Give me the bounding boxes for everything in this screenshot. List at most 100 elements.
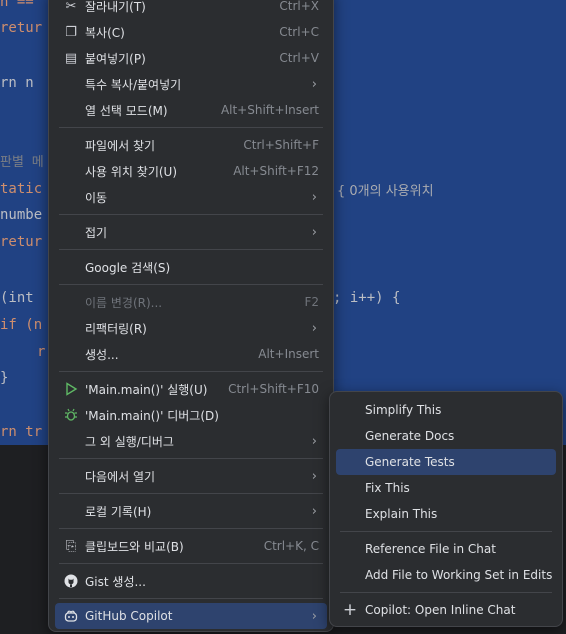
label: 'Main.main()' 디버그(D) <box>85 408 219 423</box>
menu-item-copy[interactable]: ❐ 복사(C) Ctrl+C <box>55 19 327 45</box>
label: 클립보드와 비교(B) <box>85 539 184 554</box>
separator <box>336 527 556 536</box>
label: 접기 <box>85 225 108 240</box>
shortcut: F2 <box>304 295 319 309</box>
label: 사용 위치 찾기(U) <box>85 164 178 179</box>
label: 생성... <box>85 347 119 362</box>
shortcut: Alt+Insert <box>258 347 319 361</box>
label: Add File to Working Set in Edits <box>365 568 553 582</box>
shortcut: Ctrl+Shift+F <box>243 138 319 152</box>
label: Copilot: Open Inline Chat <box>365 603 516 617</box>
label: Generate Tests <box>365 455 455 469</box>
label: Google 검색(S) <box>85 260 171 275</box>
menu-item-find-usages[interactable]: 사용 위치 찾기(U) Alt+Shift+F12 <box>55 158 327 184</box>
code-line: retur <box>0 20 43 36</box>
label: 복사(C) <box>85 25 125 40</box>
menu-item-more-run-debug[interactable]: 그 외 실행/디버그 › <box>55 428 327 454</box>
label: 다음에서 열기 <box>85 469 156 484</box>
chevron-right-icon: › <box>311 608 317 624</box>
label: 리팩터링(R) <box>85 321 147 336</box>
copy-icon: ❐ <box>65 24 77 40</box>
menu-item-cut[interactable]: ✂ 잘라내기(T) Ctrl+X <box>55 0 327 19</box>
code-line: retur <box>0 234 43 250</box>
submenu-item-explain[interactable]: Explain This <box>336 501 556 527</box>
copilot-submenu: Simplify This Generate Docs Generate Tes… <box>329 391 563 627</box>
submenu-item-add-file-working-set[interactable]: Add File to Working Set in Edits <box>336 562 556 588</box>
debug-icon <box>63 407 79 423</box>
menu-item-rename: 이름 변경(R)... F2 <box>55 289 327 315</box>
menu-item-local-history[interactable]: 로컬 기록(H) › <box>55 498 327 524</box>
submenu-item-reference-file[interactable]: Reference File in Chat <box>336 536 556 562</box>
usage-inlay-hint[interactable]: { 0개의 사용위치 <box>337 180 434 199</box>
shortcut: Alt+Shift+Insert <box>220 103 319 117</box>
shortcut: Alt+Shift+F12 <box>233 164 319 178</box>
separator <box>55 489 327 498</box>
menu-item-debug[interactable]: 'Main.main()' 디버그(D) <box>55 402 327 428</box>
submenu-item-generate-tests[interactable]: Generate Tests <box>336 449 556 475</box>
separator <box>55 559 327 568</box>
menu-item-paste[interactable]: ▤ 붙여넣기(P) Ctrl+V <box>55 45 327 71</box>
submenu-item-fix[interactable]: Fix This <box>336 475 556 501</box>
label: 'Main.main()' 실행(U) <box>85 382 208 397</box>
code-line: n == <box>0 0 34 10</box>
menu-item-column-mode[interactable]: 열 선택 모드(M) Alt+Shift+Insert <box>55 97 327 123</box>
separator <box>55 454 327 463</box>
label: Fix This <box>365 481 410 495</box>
chevron-right-icon: › <box>311 468 317 484</box>
submenu-item-simplify[interactable]: Simplify This <box>336 397 556 423</box>
shortcut: Ctrl+K, C <box>263 539 319 553</box>
label: Gist 생성... <box>85 574 146 589</box>
chevron-right-icon: › <box>311 189 317 205</box>
label: 열 선택 모드(M) <box>85 103 168 118</box>
code-line: 판별 메 <box>0 155 44 170</box>
code-line: tatic <box>0 181 43 197</box>
label: 이름 변경(R)... <box>85 295 163 310</box>
submenu-item-open-inline-chat[interactable]: + Copilot: Open Inline Chat <box>336 597 556 623</box>
label: 잘라내기(T) <box>85 0 146 14</box>
scissors-icon: ✂ <box>65 0 77 14</box>
label: 붙여넣기(P) <box>85 51 146 66</box>
menu-item-run[interactable]: 'Main.main()' 실행(U) Ctrl+Shift+F10 <box>55 376 327 402</box>
menu-item-open-in[interactable]: 다음에서 열기 › <box>55 463 327 489</box>
label: 특수 복사/붙여넣기 <box>85 77 182 92</box>
code-line: rn n <box>0 75 34 91</box>
menu-item-github-copilot[interactable]: GitHub Copilot › <box>55 603 327 629</box>
label: Reference File in Chat <box>365 542 496 556</box>
code-line: r <box>37 344 46 360</box>
label: 그 외 실행/디버그 <box>85 434 174 449</box>
code-line: rn tr <box>0 424 43 440</box>
menu-item-folding[interactable]: 접기 › <box>55 219 327 245</box>
shortcut: Ctrl+Shift+F10 <box>228 382 319 396</box>
separator <box>55 524 327 533</box>
menu-item-create-gist[interactable]: Gist 생성... <box>55 568 327 594</box>
separator <box>55 210 327 219</box>
separator <box>55 245 327 254</box>
separator <box>336 588 556 597</box>
code-line: ; i++) { <box>333 290 401 306</box>
copilot-icon <box>63 608 79 624</box>
label: Explain This <box>365 507 438 521</box>
menu-item-find-in-files[interactable]: 파일에서 찾기 Ctrl+Shift+F <box>55 132 327 158</box>
menu-item-compare-clipboard[interactable]: ⎘ 클립보드와 비교(B) Ctrl+K, C <box>55 533 327 559</box>
label: Generate Docs <box>365 429 455 443</box>
submenu-item-generate-docs[interactable]: Generate Docs <box>336 423 556 449</box>
paste-icon: ▤ <box>64 50 78 66</box>
menu-item-google-search[interactable]: Google 검색(S) <box>55 254 327 280</box>
menu-item-special-paste[interactable]: 특수 복사/붙여넣기 › <box>55 71 327 97</box>
compare-clipboard-icon: ⎘ <box>65 538 77 554</box>
chevron-right-icon: › <box>311 224 317 240</box>
menu-item-goto[interactable]: 이동 › <box>55 184 327 210</box>
menu-item-refactor[interactable]: 리팩터링(R) › <box>55 315 327 341</box>
chevron-right-icon: › <box>311 320 317 336</box>
chevron-right-icon: › <box>311 76 317 92</box>
plus-icon: + <box>342 600 358 620</box>
menu-item-generate[interactable]: 생성... Alt+Insert <box>55 341 327 367</box>
code-line: } <box>0 370 9 386</box>
separator <box>55 123 327 132</box>
shortcut: Ctrl+X <box>279 0 319 13</box>
chevron-right-icon: › <box>311 433 317 449</box>
label: 파일에서 찾기 <box>85 138 156 153</box>
shortcut: Ctrl+C <box>279 25 319 39</box>
github-icon <box>63 573 79 589</box>
separator <box>55 280 327 289</box>
